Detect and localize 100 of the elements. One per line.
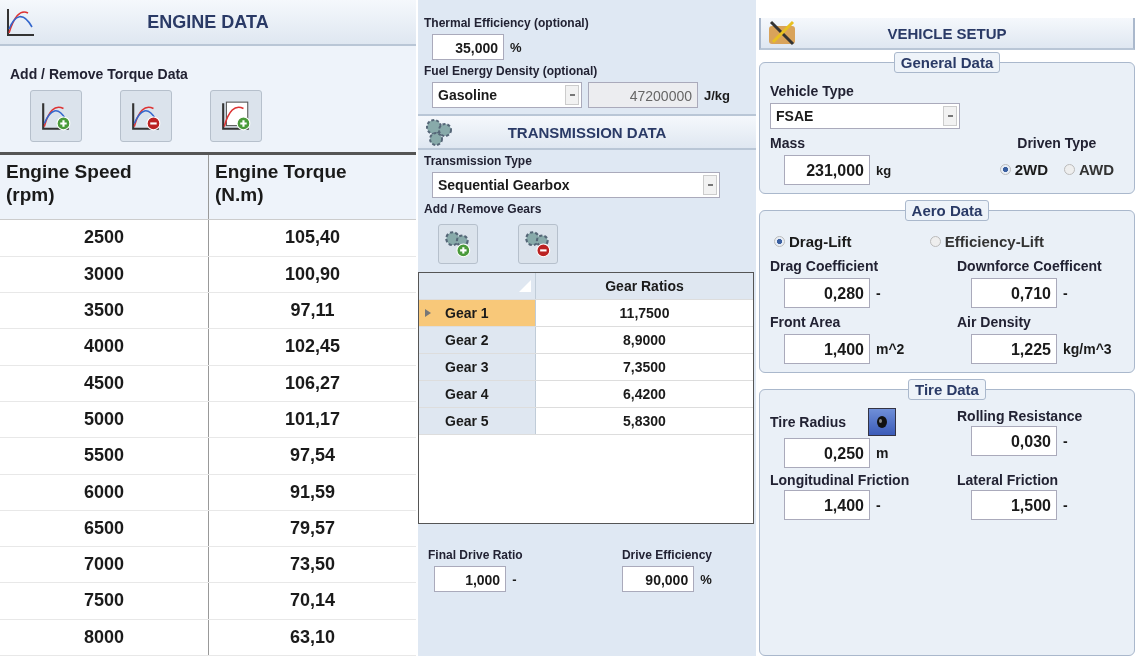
number-field[interactable]: 0,030 [971, 426, 1057, 456]
add-gear-button[interactable] [438, 224, 478, 264]
chart-page-plus-icon [220, 100, 252, 133]
curve-chart-icon [6, 7, 36, 37]
unit-label: - [1063, 285, 1068, 301]
table-cell-text: 3000 [82, 262, 125, 286]
number-field[interactable]: 0,710 [971, 278, 1057, 308]
gear-name: Gear 2 [445, 332, 489, 348]
table-cell-text: 4500 [82, 371, 125, 395]
number-field[interactable]: 90,000 [622, 566, 695, 592]
table-cell-text: 6,4200 [622, 385, 667, 404]
add-curve-button[interactable] [30, 90, 82, 143]
section-label: Add / Remove Torque Data [9, 65, 189, 84]
remove-gear-button[interactable] [518, 224, 558, 264]
table-cell-text: 5,8300 [622, 412, 667, 431]
field-label: Lateral Friction [957, 472, 1059, 488]
row-header[interactable]: Gear 1 [419, 300, 536, 326]
field-label: Vehicle Type [770, 82, 855, 101]
row-header[interactable]: Gear 2 [419, 327, 536, 353]
energy-density-field: 47200000 [588, 82, 698, 108]
gears-icon [424, 117, 454, 147]
chart-plus-icon [40, 100, 72, 133]
field-label: Front Area [770, 313, 842, 332]
unit-label: % [510, 39, 522, 55]
field-label: Driven Type [1016, 134, 1098, 153]
gear-name: Gear 4 [445, 386, 489, 402]
panel-title: VEHICLE SETUP [886, 24, 1008, 42]
row-header[interactable]: Gear 3 [419, 354, 536, 380]
radio-option[interactable]: Efficiency-Lift [929, 233, 1044, 250]
number-field[interactable]: 0,250 [784, 438, 870, 468]
radio-option[interactable]: Drag-Lift [774, 233, 852, 250]
vehicle-type-dropdown[interactable]: FSAE [770, 103, 960, 129]
table-cell-text: 3500 [82, 299, 125, 323]
group-title: Tire Data [908, 379, 986, 400]
unit-label: - [1063, 433, 1068, 449]
number-field[interactable]: 1,225 [971, 334, 1057, 364]
field-label: Tire Radius [770, 414, 846, 430]
number-field[interactable]: 1,400 [784, 334, 870, 364]
field-label: Fuel Energy Density (optional) [423, 63, 599, 80]
gear-name: Gear 3 [445, 359, 489, 375]
table-cell-text: 6000 [82, 480, 125, 504]
corner-icon [519, 280, 531, 292]
group-title: General Data [893, 52, 1001, 73]
mass-field[interactable]: 231,000 [784, 155, 870, 185]
column-header: Engine Speed (rpm) [5, 160, 133, 208]
table-cell-text: 5500 [82, 444, 125, 468]
radio-option[interactable]: AWD [1064, 161, 1114, 178]
number-field[interactable]: 1,400 [784, 490, 870, 520]
field-label: Transmission Type [423, 153, 533, 170]
field-label: Final Drive Ratio [428, 547, 523, 564]
table-cell-text: 8000 [82, 625, 125, 649]
field-label: Air Density [957, 313, 1032, 332]
table-cell-text: 7,3500 [622, 358, 667, 377]
import-curve-button[interactable] [210, 90, 262, 143]
fuel-type-dropdown[interactable]: Gasoline [432, 82, 582, 108]
thermal-efficiency-field[interactable]: 35,000 [432, 34, 504, 60]
group-title: Aero Data [904, 200, 990, 221]
table-cell-text: 11,7500 [618, 304, 671, 323]
row-pointer-icon [425, 309, 431, 317]
radio-option[interactable]: 2WD [999, 161, 1048, 178]
row-header[interactable]: Gear 5 [419, 408, 536, 434]
remove-curve-button[interactable] [120, 90, 172, 143]
chart-minus-icon [130, 100, 162, 133]
unit-label: m [876, 445, 889, 461]
tire-button[interactable] [868, 408, 896, 436]
gear-name: Gear 5 [445, 413, 489, 429]
number-field[interactable]: 1,500 [971, 490, 1057, 520]
gear-name: Gear 1 [445, 305, 489, 321]
table-cell-text: 2500 [82, 226, 125, 250]
unit-label: - [1063, 497, 1068, 513]
field-label: Longitudinal Friction [770, 472, 910, 488]
table-cell-text: 7000 [82, 553, 125, 577]
field-label: Mass [770, 134, 807, 153]
unit-label: J/kg [704, 87, 730, 103]
transmission-type-dropdown[interactable]: Sequential Gearbox [432, 172, 720, 198]
unit-label: - [876, 285, 881, 301]
panel-title: ENGINE DATA [146, 11, 270, 33]
panel-title: TRANSMISSION DATA [506, 123, 668, 141]
field-label: Drag Coefficient [770, 257, 880, 276]
table-cell-text: 7500 [82, 589, 125, 613]
unit-label: % [700, 571, 712, 587]
field-label: Drive Efficiency [621, 547, 712, 564]
field-label: Thermal Efficiency (optional) [423, 15, 590, 32]
unit-label: kg [876, 162, 892, 178]
tools-icon [767, 18, 797, 48]
table-cell-text: 5000 [82, 407, 125, 431]
number-field[interactable]: 1,000 [434, 566, 507, 592]
tire-icon [874, 414, 890, 430]
unit-label: - [512, 571, 517, 587]
field-label: Downforce Coefficent [957, 257, 1103, 276]
row-header[interactable]: Gear 4 [419, 381, 536, 407]
unit-label: m^2 [876, 341, 905, 357]
unit-label: - [876, 497, 881, 513]
unit-label: kg/m^3 [1063, 341, 1112, 357]
field-label: Rolling Resistance [957, 408, 1083, 424]
number-field[interactable]: 0,280 [784, 278, 870, 308]
table-cell-text: 6500 [82, 516, 125, 540]
column-header: Gear Ratios [536, 273, 753, 299]
table-cell-text: 4000 [82, 335, 125, 359]
table-cell-text: 8,9000 [622, 331, 667, 350]
